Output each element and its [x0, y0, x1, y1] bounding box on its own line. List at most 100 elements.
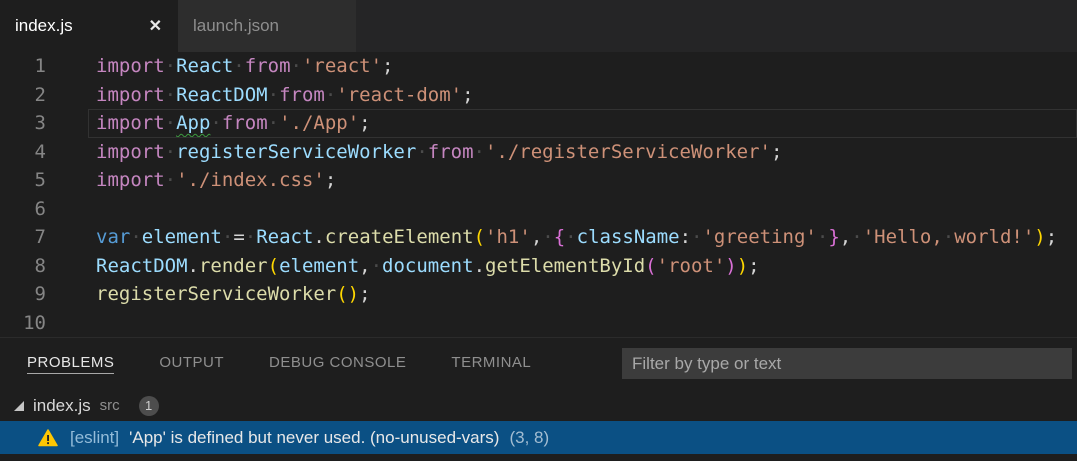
panel-tab-problems[interactable]: PROBLEMS: [27, 354, 114, 374]
token: .: [188, 255, 199, 277]
code-text: import·App·from·'./App';: [96, 109, 371, 138]
panel-tab-bar: PROBLEMS OUTPUT DEBUG CONSOLE TERMINAL: [0, 338, 1077, 390]
token: import: [96, 141, 165, 163]
close-icon[interactable]: ✕: [145, 16, 166, 36]
problem-message: 'App' is defined but never used. (no-unu…: [129, 428, 499, 448]
whitespace-dot: ·: [371, 255, 382, 277]
token: './index.css': [176, 169, 325, 191]
token: ,: [359, 255, 370, 277]
whitespace-dot: ·: [416, 141, 427, 163]
token: App: [176, 112, 210, 134]
panel-tab-debug-console[interactable]: DEBUG CONSOLE: [269, 354, 406, 374]
code-line[interactable]: 6: [0, 195, 1077, 224]
token: ;: [382, 55, 393, 77]
line-number: 8: [0, 252, 46, 281]
token: (: [645, 255, 656, 277]
whitespace-dot: ·: [474, 141, 485, 163]
token: element: [279, 255, 359, 277]
whitespace-dot: ·: [691, 226, 702, 248]
whitespace-dot: ·: [291, 55, 302, 77]
token: {: [554, 226, 565, 248]
code-line[interactable]: 4import·registerServiceWorker·from·'./re…: [0, 138, 1077, 167]
token: 'greeting': [702, 226, 816, 248]
problem-row-selected[interactable]: [eslint] 'App' is defined but never used…: [0, 421, 1077, 454]
whitespace-dot: ·: [542, 226, 553, 248]
whitespace-dot: ·: [165, 141, 176, 163]
token: ;: [748, 255, 759, 277]
line-number: 7: [0, 223, 46, 252]
line-number: 3: [0, 109, 46, 138]
token: './registerServiceWorker': [485, 141, 771, 163]
line-number: 5: [0, 166, 46, 195]
whitespace-dot: ·: [222, 226, 233, 248]
code-lines: 1import·React·from·'react';2import·React…: [0, 52, 1077, 337]
token: var: [96, 226, 130, 248]
code-text: var·element·=·React.createElement('h1',·…: [96, 223, 1057, 252]
whitespace-dot: ·: [165, 55, 176, 77]
token: render: [199, 255, 268, 277]
code-text: import·React·from·'react';: [96, 52, 394, 81]
token: document: [382, 255, 474, 277]
code-text: import·'./index.css';: [96, 166, 336, 195]
line-number: 9: [0, 280, 46, 309]
token: from: [279, 84, 325, 106]
token: registerServiceWorker: [176, 141, 416, 163]
whitespace-dot: ·: [268, 84, 279, 106]
code-line[interactable]: 1 import·React·from·'react';: [0, 52, 1077, 81]
token: './App': [279, 112, 359, 134]
token: from: [222, 112, 268, 134]
code-line[interactable]: 2 import·ReactDOM·from·'react-dom';: [0, 81, 1077, 110]
panel-tab-terminal[interactable]: TERMINAL: [451, 354, 531, 374]
token: 'Hello,: [863, 226, 943, 248]
token: (): [336, 283, 359, 305]
token: }: [828, 226, 839, 248]
token: from: [428, 141, 474, 163]
code-text: import·ReactDOM·from·'react-dom';: [96, 81, 474, 110]
token: 'react': [302, 55, 382, 77]
problem-position: (3, 8): [509, 428, 549, 448]
token: import: [96, 112, 165, 134]
whitespace-dot: ·: [565, 226, 576, 248]
token: .: [313, 226, 324, 248]
whitespace-dot: ·: [130, 226, 141, 248]
token: registerServiceWorker: [96, 283, 336, 305]
panel-tab-output[interactable]: OUTPUT: [159, 354, 224, 374]
problems-file-name: index.js: [33, 396, 91, 416]
token: ): [737, 255, 748, 277]
token: ,: [531, 226, 542, 248]
token: 'react-dom': [336, 84, 462, 106]
token: React: [256, 226, 313, 248]
problems-file-group[interactable]: index.js src 1: [0, 390, 1077, 421]
warning-icon: [38, 429, 58, 447]
token: (: [474, 226, 485, 248]
line-number: 2: [0, 81, 46, 110]
line-number: 1: [0, 52, 46, 81]
whitespace-dot: ·: [165, 112, 176, 134]
code-text: ReactDOM.render(element,·document.getEle…: [96, 252, 760, 281]
whitespace-dot: ·: [245, 226, 256, 248]
tab-launchjson[interactable]: launch.json: [178, 0, 356, 52]
token: 'h1': [485, 226, 531, 248]
token: ,: [840, 226, 851, 248]
whitespace-dot: ·: [210, 112, 221, 134]
code-line[interactable]: 5 import·'./index.css';: [0, 166, 1077, 195]
tab-label: index.js: [15, 16, 145, 36]
code-line[interactable]: 7 var·element·=·React.createElement('h1',…: [0, 223, 1077, 252]
code-line[interactable]: 3 import·App·from·'./App';: [0, 109, 1077, 138]
problems-count-badge: 1: [139, 396, 159, 416]
twistie-expanded-icon[interactable]: [13, 400, 25, 412]
whitespace-dot: ·: [325, 84, 336, 106]
problems-panel: PROBLEMS OUTPUT DEBUG CONSOLE TERMINAL i…: [0, 337, 1077, 461]
token: import: [96, 169, 165, 191]
token: ;: [1046, 226, 1057, 248]
code-line[interactable]: 9registerServiceWorker();: [0, 280, 1077, 309]
code-editor[interactable]: 1import·React·from·'react';2import·React…: [0, 52, 1077, 337]
tab-bar: index.js ✕ launch.json: [0, 0, 1077, 52]
code-line[interactable]: 8ReactDOM.render(element,·document.getEl…: [0, 252, 1077, 281]
tab-indexjs[interactable]: index.js ✕: [0, 0, 178, 52]
code-line[interactable]: 10: [0, 309, 1077, 338]
whitespace-dot: ·: [165, 84, 176, 106]
problems-filter-input[interactable]: [622, 348, 1072, 379]
whitespace-dot: ·: [268, 112, 279, 134]
whitespace-dot: ·: [233, 55, 244, 77]
